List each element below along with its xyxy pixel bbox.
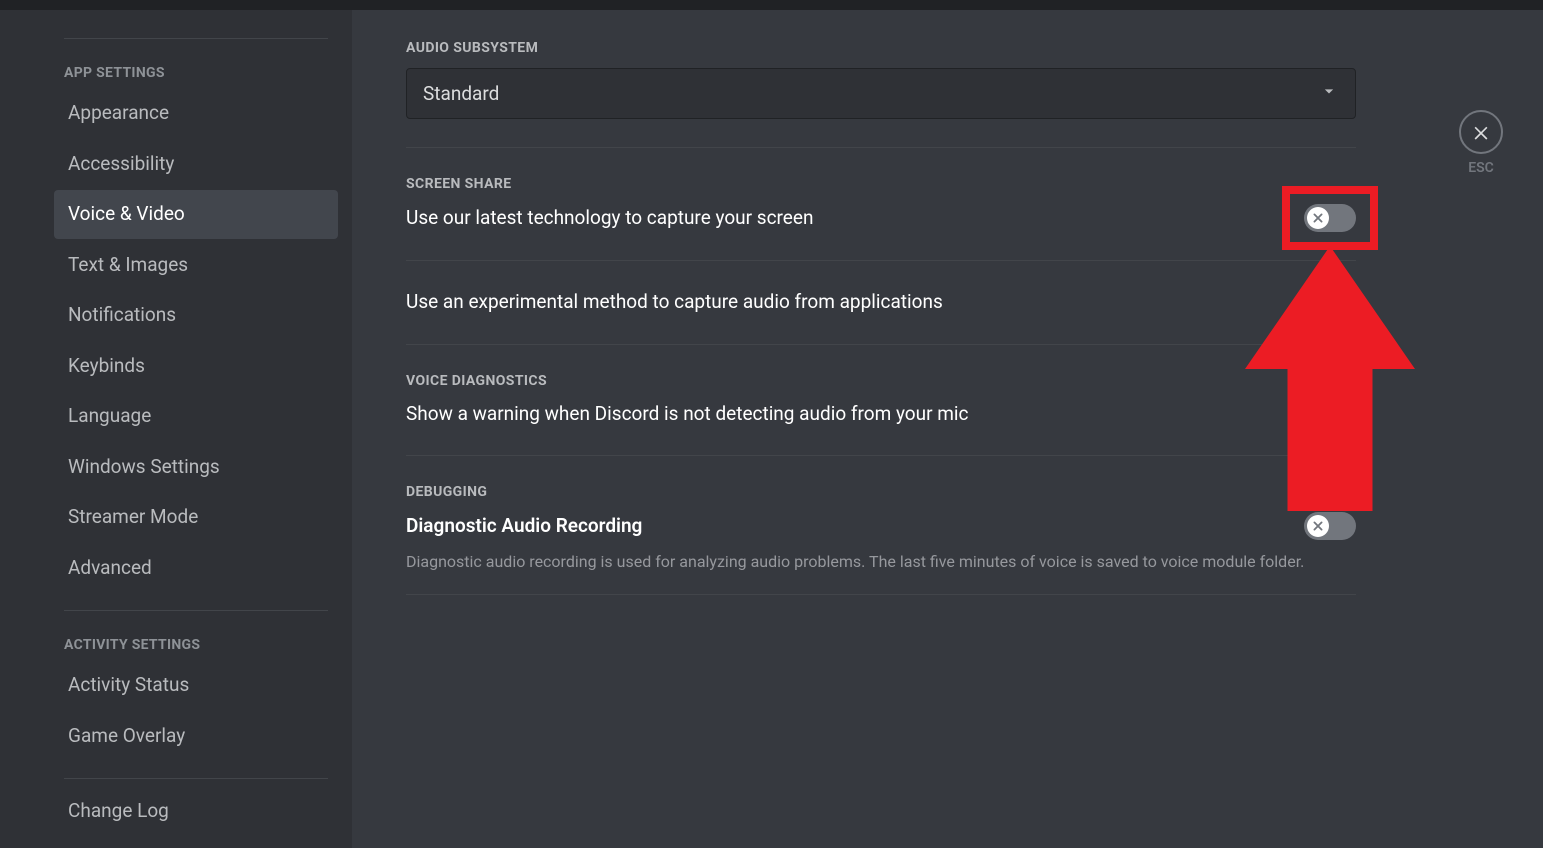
divider	[406, 260, 1356, 261]
setting-experimental-audio-label: Use an experimental method to capture au…	[406, 289, 943, 316]
setting-experimental-audio: Use an experimental method to capture au…	[406, 289, 1356, 316]
sidebar-header-activity-settings: ACTIVITY SETTINGS	[54, 619, 338, 659]
toggle-latest-capture[interactable]	[1304, 204, 1356, 232]
divider	[64, 610, 328, 611]
section-voice-diagnostics: VOICE DIAGNOSTICS Show a warning when Di…	[406, 373, 1443, 428]
setting-diagnostic-recording: Diagnostic Audio Recording	[406, 512, 1356, 540]
sidebar-item-windows-settings[interactable]: Windows Settings	[54, 443, 338, 492]
sidebar-item-text-images[interactable]: Text & Images	[54, 241, 338, 290]
section-audio-subsystem: AUDIO SUBSYSTEM Standard	[406, 40, 1443, 119]
divider	[406, 594, 1356, 595]
toggle-knob	[1307, 515, 1329, 537]
close-icon	[1459, 110, 1503, 154]
setting-latest-capture: Use our latest technology to capture you…	[406, 204, 1356, 232]
title-bar	[0, 0, 1543, 10]
section-debugging: DEBUGGING Diagnostic Audio Recording Dia…	[406, 484, 1443, 574]
chevron-down-icon	[1319, 81, 1339, 106]
section-screen-share: SCREEN SHARE Use our latest technology t…	[406, 176, 1443, 316]
settings-layer: APP SETTINGS Appearance Accessibility Vo…	[0, 10, 1543, 848]
sidebar-item-activity-status[interactable]: Activity Status	[54, 661, 338, 710]
settings-sidebar: APP SETTINGS Appearance Accessibility Vo…	[0, 10, 352, 848]
setting-mic-warning-label: Show a warning when Discord is not detec…	[406, 401, 969, 428]
debugging-header: DEBUGGING	[406, 484, 1443, 500]
divider	[406, 344, 1356, 345]
divider	[64, 38, 328, 39]
setting-diagnostic-recording-title: Diagnostic Audio Recording	[406, 513, 642, 540]
sidebar-item-change-log[interactable]: Change Log	[54, 787, 338, 836]
sidebar-item-language[interactable]: Language	[54, 392, 338, 441]
sidebar-item-streamer-mode[interactable]: Streamer Mode	[54, 493, 338, 542]
voice-diagnostics-header: VOICE DIAGNOSTICS	[406, 373, 1443, 389]
divider	[64, 778, 328, 779]
sidebar-item-voice-video[interactable]: Voice & Video	[54, 190, 338, 239]
sidebar-item-notifications[interactable]: Notifications	[54, 291, 338, 340]
close-settings-button[interactable]: ESC	[1459, 110, 1503, 176]
sidebar-item-game-overlay[interactable]: Game Overlay	[54, 712, 338, 761]
settings-content: ESC AUDIO SUBSYSTEM Standard SCREEN SHAR…	[352, 10, 1543, 848]
sidebar-item-appearance[interactable]: Appearance	[54, 89, 338, 138]
divider	[406, 455, 1356, 456]
divider	[406, 147, 1356, 148]
toggle-diagnostic-recording[interactable]	[1304, 512, 1356, 540]
sidebar-header-app-settings: APP SETTINGS	[54, 47, 338, 87]
esc-label: ESC	[1459, 160, 1503, 176]
sidebar-item-keybinds[interactable]: Keybinds	[54, 342, 338, 391]
setting-mic-warning: Show a warning when Discord is not detec…	[406, 401, 1356, 428]
setting-diagnostic-recording-desc: Diagnostic audio recording is used for a…	[406, 550, 1356, 574]
sidebar-item-advanced[interactable]: Advanced	[54, 544, 338, 593]
setting-latest-capture-label: Use our latest technology to capture you…	[406, 205, 813, 232]
screen-share-header: SCREEN SHARE	[406, 176, 1443, 192]
sidebar-item-accessibility[interactable]: Accessibility	[54, 140, 338, 189]
toggle-knob	[1307, 207, 1329, 229]
audio-subsystem-header: AUDIO SUBSYSTEM	[406, 40, 1443, 56]
audio-subsystem-select[interactable]: Standard	[406, 68, 1356, 119]
audio-subsystem-value: Standard	[423, 82, 499, 105]
